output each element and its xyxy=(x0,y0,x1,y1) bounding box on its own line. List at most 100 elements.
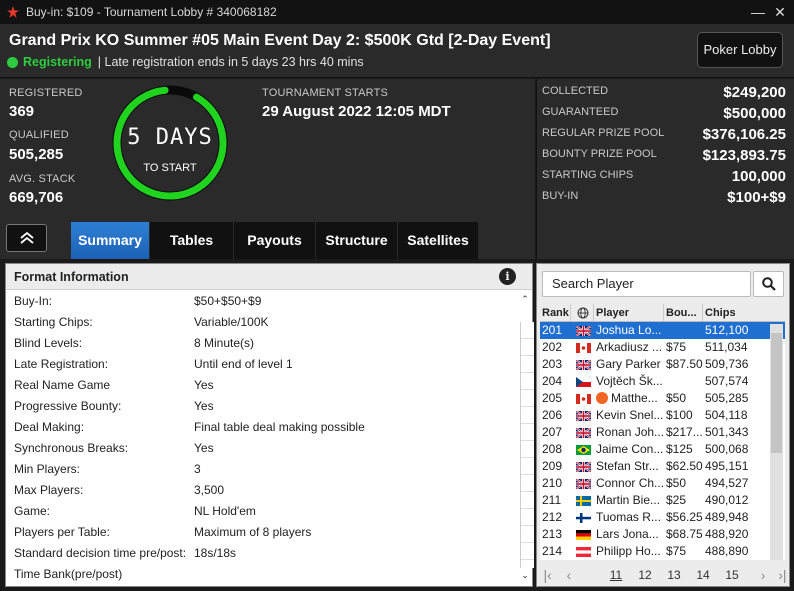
player-row[interactable]: 202 Arkadiusz ... $75 511,034 xyxy=(540,339,785,356)
player-chips: 507,574 xyxy=(705,374,749,388)
regular-prize-pool-label: REGULAR PRIZE POOL xyxy=(542,127,665,139)
double-chevron-up-icon xyxy=(19,231,34,244)
country-flag-icon xyxy=(571,509,594,526)
tab-structure[interactable]: Structure xyxy=(316,222,398,259)
player-name: Matthe... xyxy=(594,390,664,407)
format-row-label: Real Name Game xyxy=(14,378,111,392)
format-row: Blind Levels: 8 Minute(s) xyxy=(6,333,520,354)
close-button[interactable]: ✕ xyxy=(770,3,790,21)
last-page-icon[interactable]: ›| xyxy=(776,567,789,583)
player-row[interactable]: 209 Stefan Str... $62.50 495,151 xyxy=(540,458,785,475)
player-list-scrollbar[interactable] xyxy=(770,324,783,560)
player-bounty: $56.25 xyxy=(666,510,703,524)
player-bounty: $100 xyxy=(666,408,693,422)
player-bounty: $68.75 xyxy=(666,527,703,541)
prev-page-icon[interactable]: ‹ xyxy=(562,567,575,583)
player-row[interactable]: 205 Matthe... $50 505,285 xyxy=(540,390,785,407)
col-chips[interactable]: Chips xyxy=(703,304,769,321)
tab-tables[interactable]: Tables xyxy=(150,222,234,259)
player-bounty: $25 xyxy=(666,493,687,507)
search-player-input[interactable]: Search Player xyxy=(542,271,751,297)
player-row[interactable]: 207 Ronan Joh... $217... 501,343 xyxy=(540,424,785,441)
registration-status: Registering | Late registration ends in … xyxy=(7,55,364,69)
collapse-button[interactable] xyxy=(6,224,47,252)
format-row: Time Bank(pre/post) xyxy=(6,564,520,585)
collected-label: COLLECTED xyxy=(542,85,609,97)
player-chips: 494,527 xyxy=(705,476,749,490)
player-table-header: Rank Player Bou... Chips xyxy=(540,304,785,322)
poker-lobby-button[interactable]: Poker Lobby xyxy=(697,32,783,68)
flag-ca-icon xyxy=(576,342,591,353)
late-registration-text: | Late registration ends in 5 days 23 hr… xyxy=(97,55,364,69)
page-number[interactable]: 11 xyxy=(602,568,631,582)
player-name: Gary Parker xyxy=(596,357,661,371)
format-information-panel: Format Information i Buy-In: $50+$50+$9 St… xyxy=(5,263,533,587)
player-row[interactable]: 206 Kevin Snel... $100 504,118 xyxy=(540,407,785,424)
format-row: Players per Table: Maximum of 8 players xyxy=(6,522,520,543)
status-dot-icon xyxy=(7,56,18,68)
avg-stack-label: AVG. STACK xyxy=(9,173,76,185)
player-rank: 206 xyxy=(542,408,563,422)
country-flag-icon xyxy=(571,390,594,407)
player-name: Connor Ch... xyxy=(596,476,664,490)
player-rank: 201 xyxy=(542,323,563,337)
format-row-label: Blind Levels: xyxy=(14,336,83,350)
format-row-label: Time Bank(pre/post) xyxy=(14,567,123,581)
country-flag-icon xyxy=(571,526,594,543)
format-row-label: Starting Chips: xyxy=(14,315,93,329)
tab-satellites[interactable]: Satellites xyxy=(398,222,479,259)
player-row[interactable]: 214 Philipp Ho... $75 488,890 xyxy=(540,543,785,560)
format-row-label: Players per Table: xyxy=(14,525,110,539)
scrollbar-thumb[interactable] xyxy=(771,333,782,453)
prize-info-panel: COLLECTED $249,200 GUARANTEED $500,000 R… xyxy=(536,79,794,259)
player-rank: 205 xyxy=(542,391,563,405)
col-player[interactable]: Player xyxy=(594,304,664,321)
window-title: Buy-in: $109 - Tournament Lobby # 340068… xyxy=(26,5,277,19)
player-row[interactable]: 204 Vojtěch Šk... 507,574 xyxy=(540,373,785,390)
player-bounty xyxy=(664,322,703,339)
scroll-up-icon[interactable]: ⌃ xyxy=(520,294,530,305)
tournament-name: Grand Prix KO Summer #05 Main Event Day … xyxy=(9,32,551,49)
player-name: Stefan Str... xyxy=(596,459,659,473)
pagination: |‹ ‹ 11 12 13 14 15 › ›| xyxy=(537,564,789,586)
tab-summary[interactable]: Summary xyxy=(71,222,150,259)
qualified-value: 505,285 xyxy=(9,146,64,163)
bounty-prize-pool-value: $123,893.75 xyxy=(702,147,786,164)
minimize-button[interactable]: ― xyxy=(748,3,768,21)
player-row[interactable]: 211 Martin Bie... $25 490,012 xyxy=(540,492,785,509)
scroll-down-icon[interactable]: ⌄ xyxy=(520,570,530,581)
player-bounty: $50 xyxy=(666,476,687,490)
player-row[interactable]: 213 Lars Jona... $68.75 488,920 xyxy=(540,526,785,543)
next-page-icon[interactable]: › xyxy=(757,567,770,583)
pokerstars-logo-icon xyxy=(4,3,22,21)
tab-payouts[interactable]: Payouts xyxy=(234,222,316,259)
page-number[interactable]: 13 xyxy=(660,568,689,582)
player-row[interactable]: 212 Tuomas R... $56.25 489,948 xyxy=(540,509,785,526)
format-row-value: Yes xyxy=(194,378,214,392)
player-rank: 207 xyxy=(542,425,563,439)
flag-de-icon xyxy=(576,529,591,540)
info-icon[interactable]: i xyxy=(499,268,516,285)
flag-ca-icon xyxy=(576,393,591,404)
page-number[interactable]: 14 xyxy=(689,568,718,582)
page-number[interactable]: 15 xyxy=(718,568,747,582)
col-country[interactable] xyxy=(571,304,594,321)
player-name: Arkadiusz ... xyxy=(596,340,663,354)
player-rank: 211 xyxy=(542,493,562,507)
player-row[interactable]: 210 Connor Ch... $50 494,527 xyxy=(540,475,785,492)
col-bounty[interactable]: Bou... xyxy=(664,304,703,321)
player-rank: 208 xyxy=(542,442,563,456)
player-rank: 204 xyxy=(542,374,563,388)
col-rank[interactable]: Rank xyxy=(540,304,571,321)
player-name-text: Matthe... xyxy=(611,391,658,405)
format-row: Buy-In: $50+$50+$9 xyxy=(6,291,520,312)
player-row[interactable]: 208 Jaime Con... $125 500,068 xyxy=(540,441,785,458)
player-name: Vojtěch Šk... xyxy=(596,374,663,388)
player-row[interactable]: 203 Gary Parker $87.50 509,736 xyxy=(540,356,785,373)
first-page-icon[interactable]: |‹ xyxy=(541,567,554,583)
page-number[interactable]: 12 xyxy=(631,568,660,582)
registered-label: REGISTERED xyxy=(9,87,83,99)
format-row-value: Maximum of 8 players xyxy=(194,525,312,539)
search-button[interactable] xyxy=(753,271,784,297)
player-row[interactable]: 201 Joshua Lo... 512,100 xyxy=(540,322,785,339)
